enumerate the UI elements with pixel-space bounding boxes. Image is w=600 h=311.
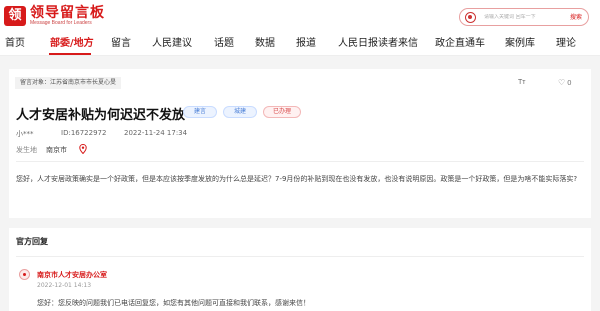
nav-item-home[interactable]: 首页 — [5, 37, 25, 50]
status-badge: 已办理 — [263, 106, 301, 118]
divider — [16, 256, 584, 257]
message-card: 留言对象：江苏省南京市市长夏心旻 Tт ♡ 0 人才安居补贴为何迟迟不发放 建言… — [9, 69, 591, 218]
message-body: 您好，人才安居政策确实是一个好政策，但是本应该按季度发放的为什么总是延迟？7-9… — [16, 175, 578, 183]
nav-item-theory[interactable]: 理论 — [556, 37, 576, 50]
nav-active-indicator — [49, 53, 91, 55]
logo-subtitle: Message Board for Leaders — [30, 20, 92, 26]
main-nav: 首页 部委/地方 留言 人民建议 话题 数据 报道 人民日报读者来信 政企直通车… — [0, 33, 600, 56]
nav-item-public-suggestions[interactable]: 人民建议 — [152, 37, 192, 50]
message-title: 人才安居补贴为何迟迟不发放 — [16, 108, 186, 123]
like-count: 0 — [567, 78, 572, 87]
divider — [16, 161, 584, 162]
font-size-icon[interactable]: Tт — [518, 79, 525, 86]
search-input[interactable] — [484, 14, 564, 20]
author-name: 小*** — [16, 130, 34, 138]
nav-item-data[interactable]: 数据 — [255, 37, 275, 50]
site-logo[interactable]: 领 领导留言板 Message Board for Leaders — [4, 5, 105, 27]
search-button[interactable]: 搜索 — [570, 12, 582, 21]
nav-item-reports[interactable]: 报道 — [296, 37, 316, 50]
tag-suggestion: 建言 — [183, 106, 217, 118]
nav-item-topics[interactable]: 话题 — [214, 37, 234, 50]
message-id: ID:16722972 — [61, 129, 107, 137]
nav-item-ministries-local[interactable]: 部委/地方 — [50, 37, 94, 50]
reply-department: 南京市人才安居办公室 — [37, 271, 107, 279]
official-reply-heading: 官方回复 — [16, 237, 48, 246]
message-time: 2022-11-24 17:34 — [124, 129, 188, 137]
logo-mark-icon: 领 — [4, 6, 26, 26]
location-value: 南京市 — [46, 146, 67, 154]
logo-title: 领导留言板 — [30, 5, 105, 21]
reply-text: 您好：您反映的问题我们已电话回复您，如您有其他问题可直接和我们联系，感谢来信！ — [37, 299, 310, 307]
location-label: 发生地 — [16, 146, 37, 154]
official-reply-card: 官方回复 南京市人才安居办公室 2022-12-01 14:13 您好：您反映的… — [9, 228, 591, 311]
reply-time: 2022-12-01 14:13 — [37, 282, 92, 289]
search-box: 搜索 — [459, 8, 589, 26]
top-header: 领 领导留言板 Message Board for Leaders 搜索 — [0, 0, 600, 33]
department-avatar-icon — [19, 269, 30, 280]
tag-urban-construction: 城建 — [223, 106, 257, 118]
nav-item-readers-letters[interactable]: 人民日报读者来信 — [338, 37, 418, 50]
logo-text: 领导留言板 Message Board for Leaders — [30, 6, 105, 26]
message-target: 留言对象：江苏省南京市市长夏心旻 — [15, 77, 122, 89]
heart-icon: ♡ — [558, 78, 566, 87]
nav-item-case-library[interactable]: 案例库 — [505, 37, 535, 50]
search-icon — [465, 11, 476, 23]
nav-item-enterprise-direct[interactable]: 政企直通车 — [435, 37, 485, 50]
like-button[interactable]: ♡ 0 — [558, 78, 572, 87]
nav-item-messages[interactable]: 留言 — [111, 37, 131, 50]
location-pin-icon — [79, 144, 87, 154]
